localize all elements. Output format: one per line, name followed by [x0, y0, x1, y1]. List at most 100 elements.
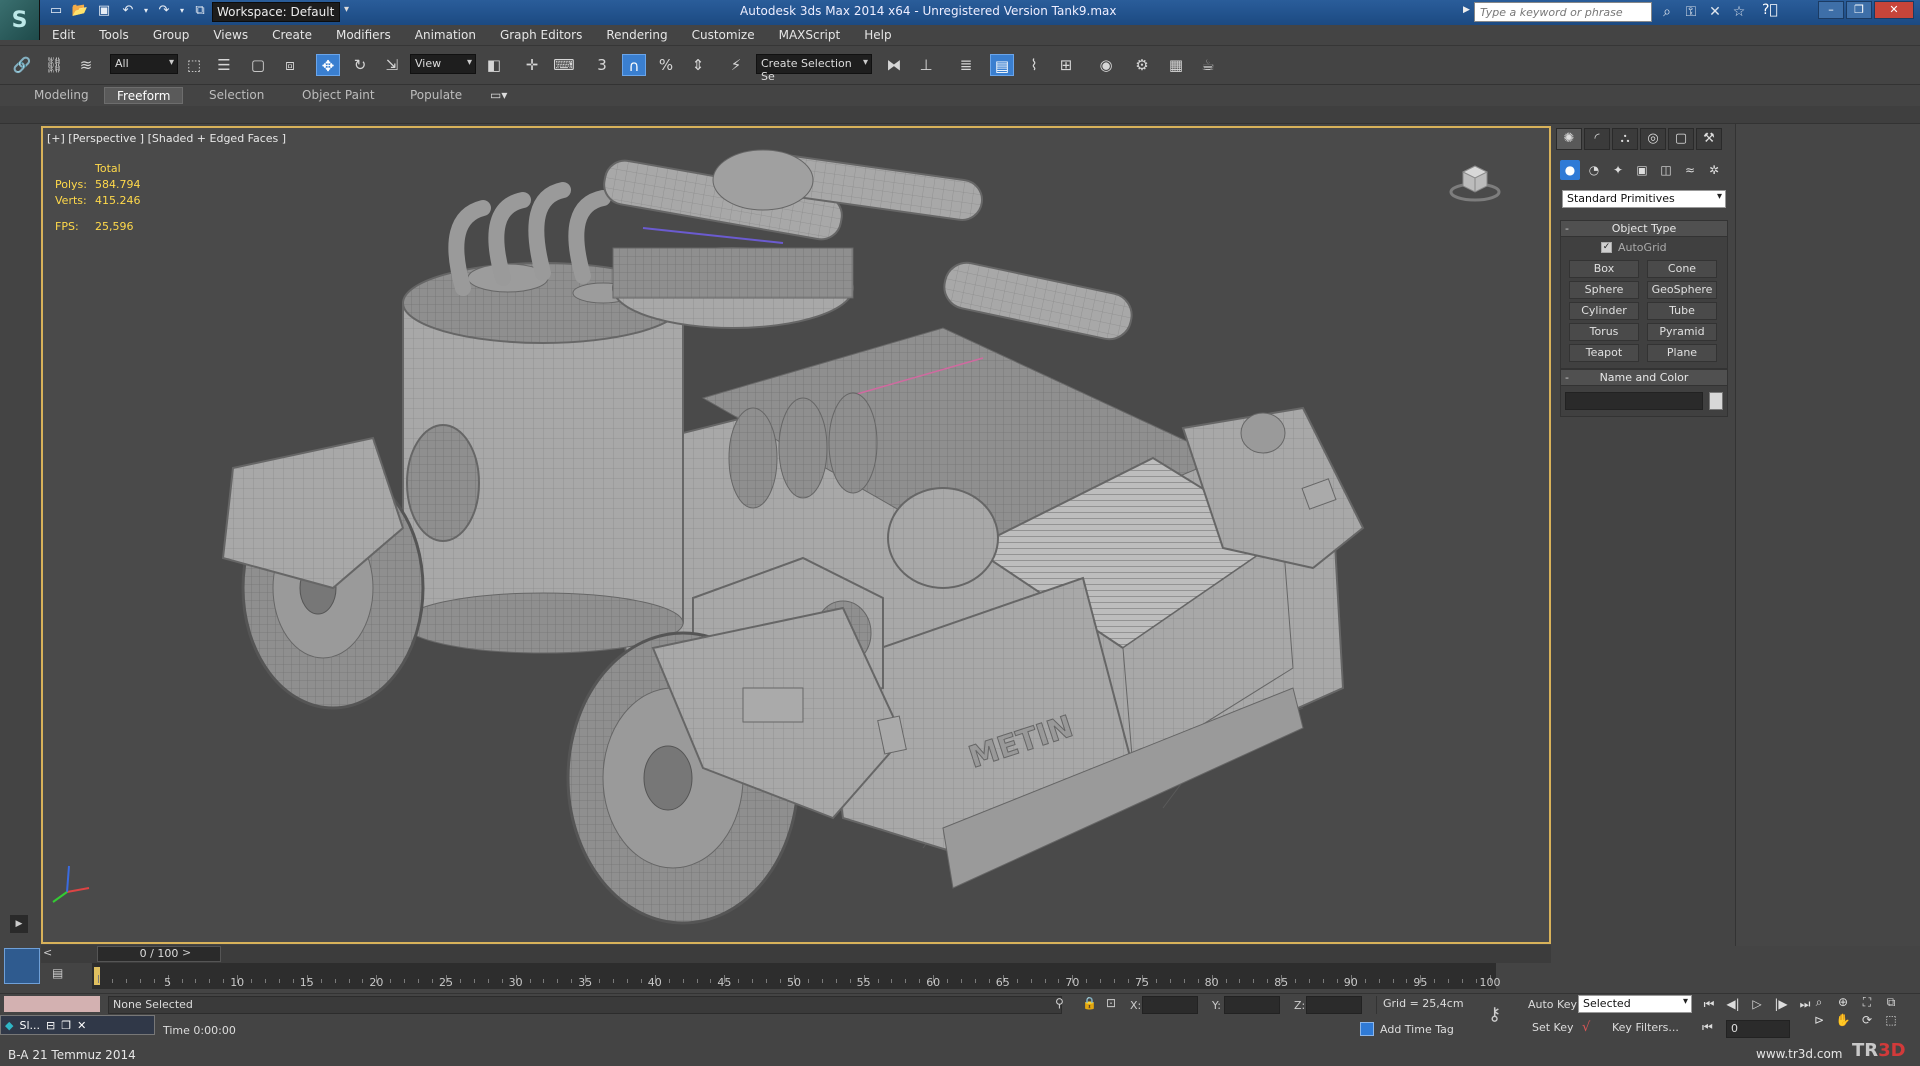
isolate-selection-icon[interactable]: ⚲: [1055, 996, 1064, 1010]
redo-dropdown-icon[interactable]: ▾: [178, 2, 186, 20]
absolute-mode-icon[interactable]: ⊡: [1106, 996, 1116, 1010]
tab-object-paint[interactable]: Object Paint: [290, 87, 387, 104]
search-input[interactable]: Type a keyword or phrase: [1474, 2, 1652, 22]
menu-rendering[interactable]: Rendering: [594, 25, 679, 45]
utilities-tab-icon[interactable]: ⚒: [1696, 128, 1722, 150]
motion-tab-icon[interactable]: ◎: [1640, 128, 1666, 150]
rendered-frame-window-icon[interactable]: ▦: [1164, 54, 1188, 76]
new-file-icon[interactable]: ▭: [46, 2, 66, 20]
select-and-link-icon[interactable]: 🔗: [10, 54, 34, 76]
close-button[interactable]: ✕: [1874, 1, 1914, 19]
tube-button[interactable]: Tube: [1647, 302, 1717, 320]
keyboard-shortcut-override-icon[interactable]: ⌨: [552, 54, 576, 76]
zoom-extents-all-icon[interactable]: ⧉: [1880, 995, 1902, 1010]
previous-frame-icon[interactable]: ◀|: [1724, 995, 1742, 1013]
taskbar-minimize-icon[interactable]: ⊟: [46, 1019, 55, 1032]
curve-editor-icon[interactable]: ⌇: [1022, 54, 1046, 76]
spinner-snap-icon[interactable]: ⇕: [686, 54, 710, 76]
cone-button[interactable]: Cone: [1647, 260, 1717, 278]
selection-filter-dropdown[interactable]: All: [110, 54, 178, 74]
select-and-move-icon[interactable]: ✥: [316, 54, 340, 76]
field-of-view-icon[interactable]: ⊳: [1808, 1013, 1830, 1027]
schematic-view-icon[interactable]: ⊞: [1054, 54, 1078, 76]
primitive-category-dropdown[interactable]: Standard Primitives: [1562, 190, 1726, 208]
select-and-rotate-icon[interactable]: ↻: [348, 54, 372, 76]
collapse-icon[interactable]: -: [1565, 370, 1569, 386]
mini-curve-editor-icon[interactable]: [4, 948, 40, 984]
reference-coordinate-dropdown[interactable]: View: [410, 54, 476, 74]
maximize-button[interactable]: ❐: [1846, 1, 1872, 19]
menu-modifiers[interactable]: Modifiers: [324, 25, 403, 45]
taskbar-restore-icon[interactable]: ❐: [61, 1019, 71, 1032]
prev-frame-arrow-icon[interactable]: <: [43, 946, 52, 959]
mirror-icon[interactable]: ⧓: [882, 54, 906, 76]
maxscript-listener-mini[interactable]: [4, 996, 100, 1012]
menu-create[interactable]: Create: [260, 25, 324, 45]
hierarchy-tab-icon[interactable]: ⛬: [1612, 128, 1638, 150]
align-icon[interactable]: ⊥: [914, 54, 938, 76]
communication-center-icon[interactable]: ✕: [1706, 2, 1724, 22]
snaps-toggle-icon[interactable]: 3: [590, 54, 614, 76]
orbit-icon[interactable]: ⟳: [1856, 1013, 1878, 1027]
undo-icon[interactable]: ↶: [118, 2, 138, 20]
menu-tools[interactable]: Tools: [87, 25, 141, 45]
autogrid-checkbox[interactable]: ✓: [1601, 242, 1612, 253]
set-key-button[interactable]: Set Key: [1532, 1021, 1574, 1034]
object-color-swatch[interactable]: [1709, 392, 1723, 410]
favorites-star-icon[interactable]: ☆: [1730, 2, 1748, 22]
time-slider[interactable]: < 0 / 100 >: [41, 945, 1551, 963]
play-icon[interactable]: ▷: [1748, 995, 1766, 1013]
graphite-toolbar-icon[interactable]: ▤: [990, 54, 1014, 76]
helpers-icon[interactable]: ◫: [1656, 160, 1676, 180]
z-coordinate-input[interactable]: [1306, 996, 1362, 1014]
open-file-icon[interactable]: 📂: [70, 2, 90, 20]
taskbar-close-icon[interactable]: ✕: [77, 1019, 86, 1032]
menu-group[interactable]: Group: [141, 25, 202, 45]
x-coordinate-input[interactable]: [1142, 996, 1198, 1014]
angle-snap-icon[interactable]: ∩: [622, 54, 646, 76]
layer-manager-icon[interactable]: ≣: [954, 54, 978, 76]
y-coordinate-input[interactable]: [1224, 996, 1280, 1014]
binoculars-icon[interactable]: ⌕: [1658, 2, 1676, 22]
zoom-icon[interactable]: ⌕: [1808, 995, 1830, 1010]
set-key-mode-key-icon[interactable]: ⚷: [1488, 1004, 1501, 1025]
edit-named-selection-icon[interactable]: ⚡: [724, 54, 748, 76]
collapse-icon[interactable]: -: [1565, 221, 1569, 237]
selection-lock-icon[interactable]: 🔒: [1082, 996, 1097, 1010]
object-name-input[interactable]: [1565, 392, 1703, 410]
time-slider-thumb[interactable]: 0 / 100: [97, 946, 221, 962]
menu-customize[interactable]: Customize: [680, 25, 767, 45]
app-logo-icon[interactable]: S: [0, 0, 40, 40]
shapes-icon[interactable]: ◔: [1584, 160, 1604, 180]
tab-freeform[interactable]: Freeform: [104, 87, 184, 104]
plane-button[interactable]: Plane: [1647, 344, 1717, 362]
maximize-viewport-icon[interactable]: ⬚: [1880, 1013, 1902, 1027]
expand-viewport-layout-icon[interactable]: ▶: [10, 915, 28, 933]
menu-animation[interactable]: Animation: [403, 25, 488, 45]
key-filters-button[interactable]: Key Filters...: [1612, 1021, 1679, 1034]
window-crossing-icon[interactable]: ⧈: [278, 54, 302, 76]
key-mode-toggle-icon[interactable]: ⏮: [1702, 1020, 1713, 1035]
lights-icon[interactable]: ✦: [1608, 160, 1628, 180]
percent-snap-icon[interactable]: %: [654, 54, 678, 76]
menu-maxscript[interactable]: MAXScript: [767, 25, 853, 45]
teapot-button[interactable]: Teapot: [1569, 344, 1639, 362]
systems-icon[interactable]: ✲: [1704, 160, 1724, 180]
torus-button[interactable]: Torus: [1569, 323, 1639, 341]
help-icon[interactable]: ?⃝: [1762, 2, 1778, 18]
render-production-icon[interactable]: ☕: [1196, 54, 1220, 76]
workspace-selector[interactable]: Workspace: Default: [212, 2, 340, 22]
bind-to-space-warp-icon[interactable]: ≋: [74, 54, 98, 76]
undo-dropdown-icon[interactable]: ▾: [142, 2, 150, 20]
menu-graph-editors[interactable]: Graph Editors: [488, 25, 594, 45]
menu-help[interactable]: Help: [852, 25, 903, 45]
select-by-name-icon[interactable]: ☰: [212, 54, 236, 76]
space-warps-icon[interactable]: ≈: [1680, 160, 1700, 180]
tab-populate[interactable]: Populate: [398, 87, 474, 104]
select-and-scale-icon[interactable]: ⇲: [380, 54, 404, 76]
current-frame-input[interactable]: 0: [1726, 1020, 1790, 1038]
viewcube-icon[interactable]: [1449, 162, 1501, 202]
modify-tab-icon[interactable]: ◜: [1584, 128, 1610, 150]
unlink-selection-icon[interactable]: ⛓: [42, 54, 66, 76]
manipulate-icon[interactable]: ✛: [520, 54, 544, 76]
